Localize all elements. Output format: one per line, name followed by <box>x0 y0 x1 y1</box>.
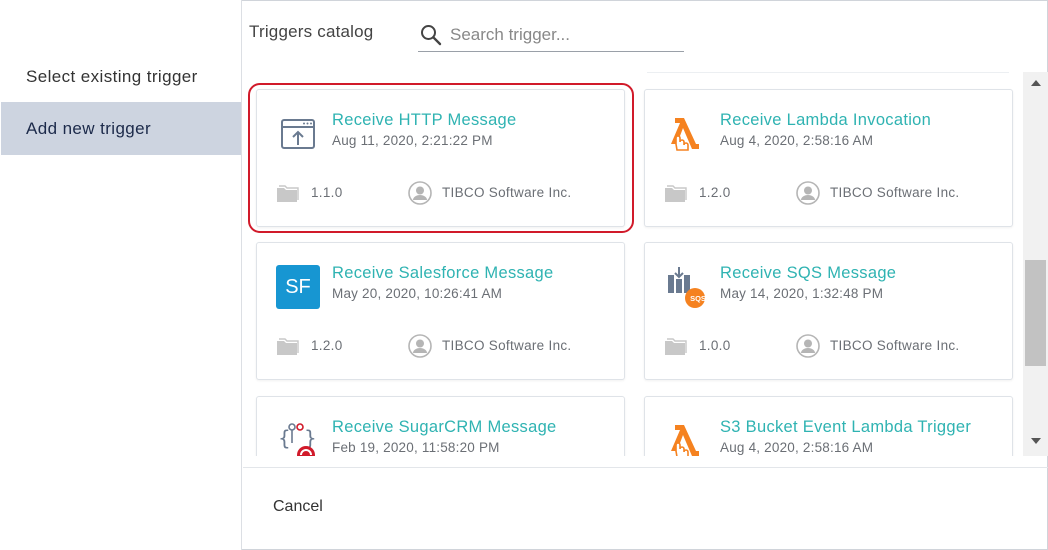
lambda-icon <box>664 112 708 156</box>
scroll-up-arrow-icon[interactable] <box>1031 80 1041 86</box>
trigger-card-s3-bucket-lambda[interactable]: S3 Bucket Event Lambda Trigger Aug 4, 20… <box>644 396 1013 456</box>
sqs-icon-label: SQS <box>690 294 706 303</box>
vendor-avatar-icon <box>796 181 820 205</box>
sqs-icon: SQS <box>664 265 708 309</box>
trigger-title: Receive SQS Message <box>720 264 897 282</box>
trigger-date: May 14, 2020, 1:32:48 PM <box>720 286 884 301</box>
catalog-scroll-area[interactable]: Receive HTTP Message Aug 11, 2020, 2:21:… <box>243 72 1023 456</box>
lambda-icon <box>664 419 708 456</box>
sidebar: Select existing trigger Add new trigger <box>0 0 242 550</box>
sugarcrm-icon: { } <box>276 419 320 456</box>
search-box <box>418 18 684 52</box>
trigger-title: S3 Bucket Event Lambda Trigger <box>720 418 972 436</box>
trigger-title: Receive SugarCRM Message <box>332 418 557 436</box>
search-input[interactable] <box>450 24 670 45</box>
salesforce-icon: SF <box>276 265 320 309</box>
cancel-button[interactable]: Cancel <box>260 492 336 522</box>
trigger-card-sugarcrm[interactable]: { } Receive SugarCRM Message Feb 19, 202… <box>256 396 625 456</box>
trigger-title: Receive Lambda Invocation <box>720 111 932 129</box>
trigger-date: May 20, 2020, 10:26:41 AM <box>332 286 503 301</box>
scroll-down-arrow-icon[interactable] <box>1031 438 1041 444</box>
search-icon <box>421 24 442 45</box>
salesforce-icon-label: SF <box>276 265 320 309</box>
sidebar-item-select-existing-trigger[interactable]: Select existing trigger <box>1 50 241 103</box>
trigger-date: Aug 11, 2020, 2:21:22 PM <box>332 133 493 148</box>
trigger-vendor: TIBCO Software Inc. <box>442 185 572 200</box>
trigger-date: Aug 4, 2020, 2:58:16 AM <box>720 440 874 455</box>
vendor-avatar-icon <box>408 181 432 205</box>
folder-icon <box>277 338 299 355</box>
folder-icon <box>277 185 299 202</box>
trigger-vendor: TIBCO Software Inc. <box>442 338 572 353</box>
trigger-title: Receive Salesforce Message <box>332 264 554 282</box>
folder-icon <box>665 185 687 202</box>
footer-divider <box>243 467 1048 468</box>
trigger-vendor: TIBCO Software Inc. <box>830 338 960 353</box>
svg-text:{: { <box>278 426 291 450</box>
catalog-title: Triggers catalog <box>249 22 374 41</box>
sidebar-item-add-new-trigger[interactable]: Add new trigger <box>1 102 241 155</box>
trigger-card-sqs[interactable]: SQS Receive SQS Message May 14, 2020, 1:… <box>644 242 1013 380</box>
trigger-vendor: TIBCO Software Inc. <box>830 185 960 200</box>
scrollbar-thumb[interactable] <box>1025 260 1046 366</box>
vendor-avatar-icon <box>796 334 820 358</box>
trigger-card-http[interactable]: Receive HTTP Message Aug 11, 2020, 2:21:… <box>256 89 625 227</box>
http-window-icon <box>276 112 320 156</box>
trigger-card-lambda-invocation[interactable]: Receive Lambda Invocation Aug 4, 2020, 2… <box>644 89 1013 227</box>
trigger-version: 1.1.0 <box>311 185 343 200</box>
trigger-date: Feb 19, 2020, 11:58:20 PM <box>332 440 500 455</box>
trigger-card-salesforce[interactable]: SF Receive Salesforce Message May 20, 20… <box>256 242 625 380</box>
trigger-version: 1.0.0 <box>699 338 731 353</box>
vendor-avatar-icon <box>408 334 432 358</box>
trigger-version: 1.2.0 <box>699 185 731 200</box>
trigger-version: 1.2.0 <box>311 338 343 353</box>
folder-icon <box>665 338 687 355</box>
trigger-date: Aug 4, 2020, 2:58:16 AM <box>720 133 874 148</box>
trigger-title: Receive HTTP Message <box>332 111 517 129</box>
